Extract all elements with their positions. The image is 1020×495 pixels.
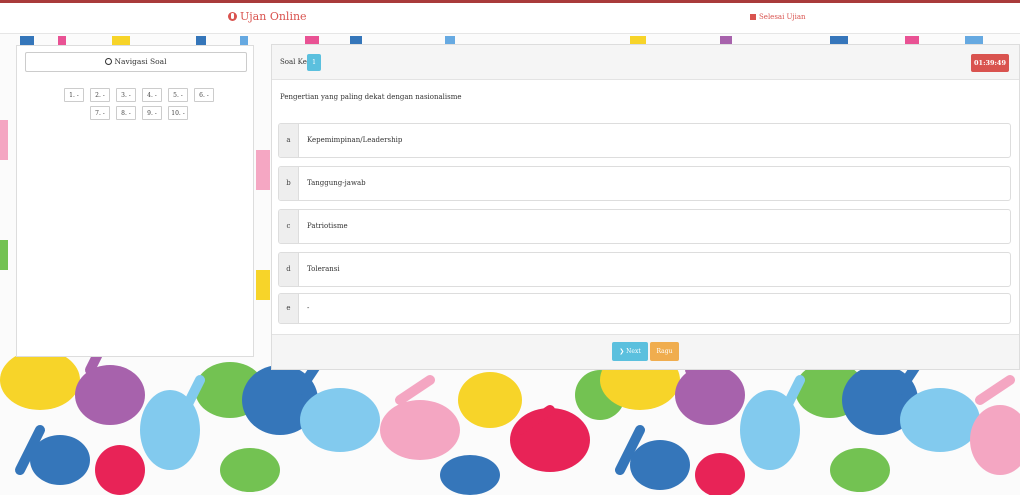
option-letter: d: [279, 253, 299, 286]
option-text: Kepemimpinan/Leadership: [307, 136, 403, 144]
app-title: Ujan Online: [240, 10, 307, 23]
question-number-button[interactable]: 5. -: [168, 88, 188, 102]
question-number-row: 7. - 8. - 9. - 10. -: [39, 106, 239, 120]
app-brand[interactable]: Ujan Online: [228, 10, 307, 23]
question-number-badge: 1: [307, 54, 321, 71]
option-text: Tanggung-jawab: [307, 179, 366, 187]
top-navbar: Ujan Online Selesai Ujian: [0, 0, 1020, 34]
option-text: Toleransi: [307, 265, 340, 273]
question-label: Soal Ke: [280, 58, 307, 66]
search-icon: [105, 58, 113, 65]
answer-option-c[interactable]: c Patriotisme: [278, 209, 1011, 244]
globe-icon: [228, 12, 237, 21]
question-navigation-label: Navigasi Soal: [114, 57, 167, 66]
countdown-timer: 01:39:49: [971, 54, 1009, 72]
stop-icon: [750, 14, 756, 20]
question-number-button[interactable]: 7. -: [90, 106, 110, 120]
question-number-button[interactable]: 10. -: [168, 106, 188, 120]
question-header: Soal Ke 1 01:39:49: [272, 45, 1019, 80]
answer-option-d[interactable]: d Toleransi: [278, 252, 1011, 287]
next-label: Next: [626, 348, 641, 355]
question-navigation-button[interactable]: Navigasi Soal: [25, 52, 247, 72]
question-footer: ❯ Next Ragu: [272, 334, 1019, 369]
chevron-right-icon: ❯: [619, 348, 625, 355]
question-number-button[interactable]: 9. -: [142, 106, 162, 120]
option-letter: a: [279, 124, 299, 157]
doubt-button[interactable]: Ragu: [650, 342, 679, 361]
question-panel: Soal Ke 1 01:39:49 Pengertian yang palin…: [271, 44, 1020, 370]
question-number-button[interactable]: 1. -: [64, 88, 84, 102]
question-number-grid: 1. - 2. - 3. - 4. - 5. - 6. - 7. - 8. - …: [39, 88, 239, 124]
finish-exam-link[interactable]: Selesai Ujian: [750, 13, 806, 21]
option-letter: b: [279, 167, 299, 200]
question-number-button[interactable]: 8. -: [116, 106, 136, 120]
option-text: -: [307, 304, 310, 312]
question-number-row: 1. - 2. - 3. - 4. - 5. - 6. -: [39, 88, 239, 102]
finish-exam-label: Selesai Ujian: [759, 13, 806, 21]
option-letter: e: [279, 294, 299, 323]
question-number-button[interactable]: 4. -: [142, 88, 162, 102]
next-button[interactable]: ❯ Next: [612, 342, 648, 361]
question-number-button[interactable]: 3. -: [116, 88, 136, 102]
answer-option-e[interactable]: e -: [278, 293, 1011, 324]
question-number-button[interactable]: 6. -: [194, 88, 214, 102]
option-letter: c: [279, 210, 299, 243]
question-navigation-panel: Navigasi Soal 1. - 2. - 3. - 4. - 5. - 6…: [16, 45, 254, 357]
question-text: Pengertian yang paling dekat dengan nasi…: [280, 93, 462, 101]
answer-option-b[interactable]: b Tanggung-jawab: [278, 166, 1011, 201]
answer-option-a[interactable]: a Kepemimpinan/Leadership: [278, 123, 1011, 158]
question-number-button[interactable]: 2. -: [90, 88, 110, 102]
option-text: Patriotisme: [307, 222, 348, 230]
